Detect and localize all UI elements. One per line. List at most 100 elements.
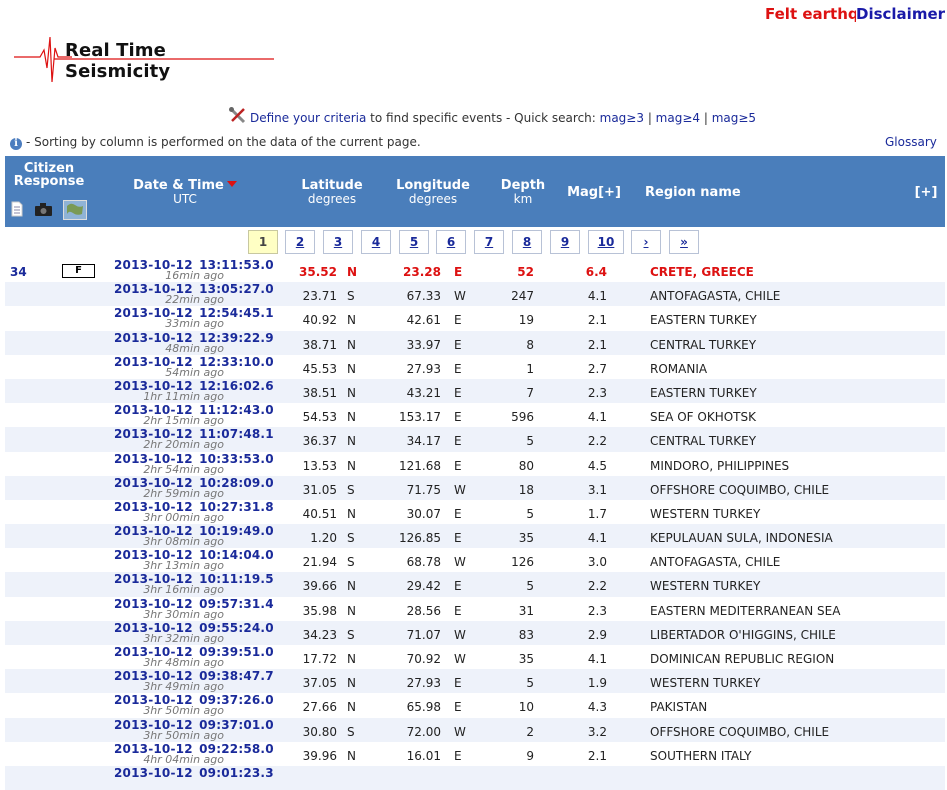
event-longitude: 34.17 [406, 434, 441, 449]
depth-unit: km [513, 192, 533, 206]
event-latitude: 45.53 [302, 361, 337, 376]
event-lon-dir: W [454, 652, 466, 666]
event-age: 3hr 50min ago [143, 704, 224, 718]
table-row[interactable]: 2013-10-12 12:39:22.9 48min ago 38.71 N 33.9… [5, 330, 945, 355]
table-row[interactable]: 2013-10-12 09:55:24.0 3hr 32min ago 34.23 S… [5, 620, 945, 645]
site-logo[interactable]: Real Time Seismicity [14, 34, 276, 86]
table-row[interactable]: 2013-10-12 09:37:01.0 3hr 50min ago 30.80 S… [5, 717, 945, 742]
event-longitude: 30.07 [406, 506, 441, 521]
camera-icon[interactable] [35, 203, 52, 219]
latitude-unit: degrees [307, 192, 357, 206]
last-page-button[interactable]: » [669, 230, 699, 254]
datetime-label: Date & Time [133, 178, 224, 193]
event-region: ANTOFAGASTA, CHILE [650, 289, 781, 304]
table-row[interactable]: 2013-10-12 09:38:47.7 3hr 49min ago 37.05 N… [5, 669, 945, 694]
page-5-button[interactable]: 5 [399, 230, 429, 254]
page-4-button[interactable]: 4 [361, 230, 391, 254]
table-row[interactable]: 2013-10-12 09:37:26.0 3hr 50min ago 27.66 N… [5, 693, 945, 717]
page-8-button[interactable]: 8 [512, 230, 542, 254]
event-region: PAKISTAN [650, 700, 708, 715]
top-links: Felt earthquakesDisclaimer [765, 5, 947, 27]
table-row[interactable]: 2013-10-12 09:01:23.3 [5, 765, 945, 790]
event-longitude: 71.07 [406, 627, 441, 642]
page-9-button[interactable]: 9 [550, 230, 580, 254]
event-longitude: 121.68 [399, 458, 441, 473]
event-latitude: 37.05 [302, 676, 337, 691]
event-depth: 126 [511, 555, 534, 570]
document-icon[interactable] [11, 201, 23, 220]
quick-mag4-link[interactable]: mag≥4 [656, 111, 700, 125]
table-row[interactable]: 2013-10-12 11:07:48.1 2hr 20min ago 36.37 N… [5, 427, 945, 452]
event-age: 3hr 32min ago [143, 631, 224, 645]
expand-columns-button[interactable]: [+] [909, 186, 943, 199]
event-lat-dir: N [347, 410, 356, 425]
map-icon[interactable] [63, 200, 87, 223]
depth-header[interactable]: Depth km [493, 179, 553, 206]
sort-desc-icon [226, 181, 237, 187]
table-row[interactable]: 2013-10-12 09:57:31.4 3hr 30min ago 35.98 N… [5, 597, 945, 621]
table-row[interactable]: 2013-10-12 10:27:31.8 3hr 00min ago 40.51 N… [5, 500, 945, 524]
table-row[interactable]: 2013-10-12 12:54:45.1 33min ago 40.92 N 42.6… [5, 306, 945, 330]
event-lat-dir: S [347, 482, 355, 497]
event-longitude: 68.78 [406, 555, 441, 570]
table-row[interactable]: 2013-10-12 12:16:02.6 1hr 11min ago 38.51 N… [5, 378, 945, 404]
region-header[interactable]: Region name [645, 186, 755, 199]
event-lat-dir: N [347, 385, 356, 400]
longitude-label: Longitude [396, 178, 470, 193]
event-lat-dir: S [347, 555, 355, 570]
event-longitude: 43.21 [406, 385, 441, 400]
define-criteria-link[interactable]: Define your criteria [250, 111, 366, 125]
datetime-header[interactable]: Date & Time UTC [125, 179, 245, 206]
event-magnitude: 2.2 [587, 434, 607, 449]
page-1-button[interactable]: 1 [248, 230, 278, 254]
table-row[interactable]: 2013-10-12 13:05:27.0 22min ago 23.71 S 67.3… [5, 282, 945, 307]
citizen-response-count-link[interactable]: 34 [10, 265, 27, 279]
citizen-response-header: Citizen Response [13, 161, 85, 189]
event-lat-dir: N [347, 458, 356, 473]
sorting-info-text: - Sorting by column is performed on the … [26, 135, 421, 149]
table-row[interactable]: 34 F 2013-10-12 13:11:53.0 16min ago 35.52 N 2… [5, 258, 945, 282]
event-region: OFFSHORE COQUIMBO, CHILE [650, 482, 830, 497]
table-row[interactable]: 2013-10-12 10:28:09.0 2hr 59min ago 31.05 S… [5, 475, 945, 500]
table-row[interactable]: 2013-10-12 10:11:19.5 3hr 16min ago 39.66 N… [5, 572, 945, 597]
next-page-button[interactable]: › [631, 230, 661, 254]
site-title: Real Time Seismicity [65, 40, 171, 82]
magnitude-header[interactable]: Mag[+] [561, 186, 627, 199]
event-magnitude: 4.1 [587, 289, 607, 304]
event-longitude: 29.42 [406, 579, 441, 594]
page-2-button[interactable]: 2 [285, 230, 315, 254]
event-latitude: 38.51 [302, 385, 337, 400]
table-row[interactable]: 2013-10-12 09:39:51.0 3hr 48min ago 17.72 N… [5, 645, 945, 669]
table-row[interactable]: 2013-10-12 11:12:43.0 2hr 15min ago 54.53 N… [5, 403, 945, 427]
latitude-header[interactable]: Latitude degrees [292, 179, 372, 206]
page-7-button[interactable]: 7 [474, 230, 504, 254]
page-10-button[interactable]: 10 [588, 230, 624, 254]
table-row[interactable]: 2013-10-12 10:14:04.0 3hr 13min ago 21.94 S… [5, 548, 945, 572]
event-latitude: 27.66 [302, 700, 337, 715]
tools-icon [228, 106, 248, 126]
event-depth: 5 [526, 506, 534, 521]
longitude-header[interactable]: Longitude degrees [388, 179, 478, 206]
page-6-button[interactable]: 6 [436, 230, 466, 254]
table-row[interactable]: 2013-10-12 10:19:49.0 3hr 08min ago 1.20 S 1… [5, 524, 945, 549]
page-3-button[interactable]: 3 [323, 230, 353, 254]
felt-report-badge[interactable]: F [62, 264, 95, 278]
event-magnitude: 2.1 [587, 748, 607, 763]
event-age: 3hr 50min ago [143, 728, 224, 742]
quick-mag5-link[interactable]: mag≥5 [712, 111, 756, 125]
events-table: 34 F 2013-10-12 13:11:53.0 16min ago 35.52 N 2… [5, 258, 945, 790]
table-row[interactable]: 2013-10-12 12:33:10.0 54min ago 45.53 N 27.9… [5, 355, 945, 379]
event-latitude: 36.37 [302, 434, 337, 449]
event-lon-dir: E [454, 385, 462, 400]
event-latitude: 39.66 [302, 579, 337, 594]
event-depth: 19 [518, 313, 534, 328]
event-lat-dir: S [347, 724, 355, 739]
table-row[interactable]: 2013-10-12 10:33:53.0 2hr 54min ago 13.53 N… [5, 452, 945, 476]
quick-mag3-link[interactable]: mag≥3 [600, 111, 644, 125]
felt-earthquakes-link[interactable]: Felt earthquakes [765, 5, 856, 23]
table-row[interactable]: 2013-10-12 09:22:58.0 4hr 04min ago 39.96 N… [5, 742, 945, 766]
separator: | [644, 111, 656, 125]
event-depth: 10 [518, 700, 534, 715]
disclaimer-link[interactable]: Disclaimer [856, 5, 945, 23]
glossary-link[interactable]: Glossary [885, 135, 937, 149]
